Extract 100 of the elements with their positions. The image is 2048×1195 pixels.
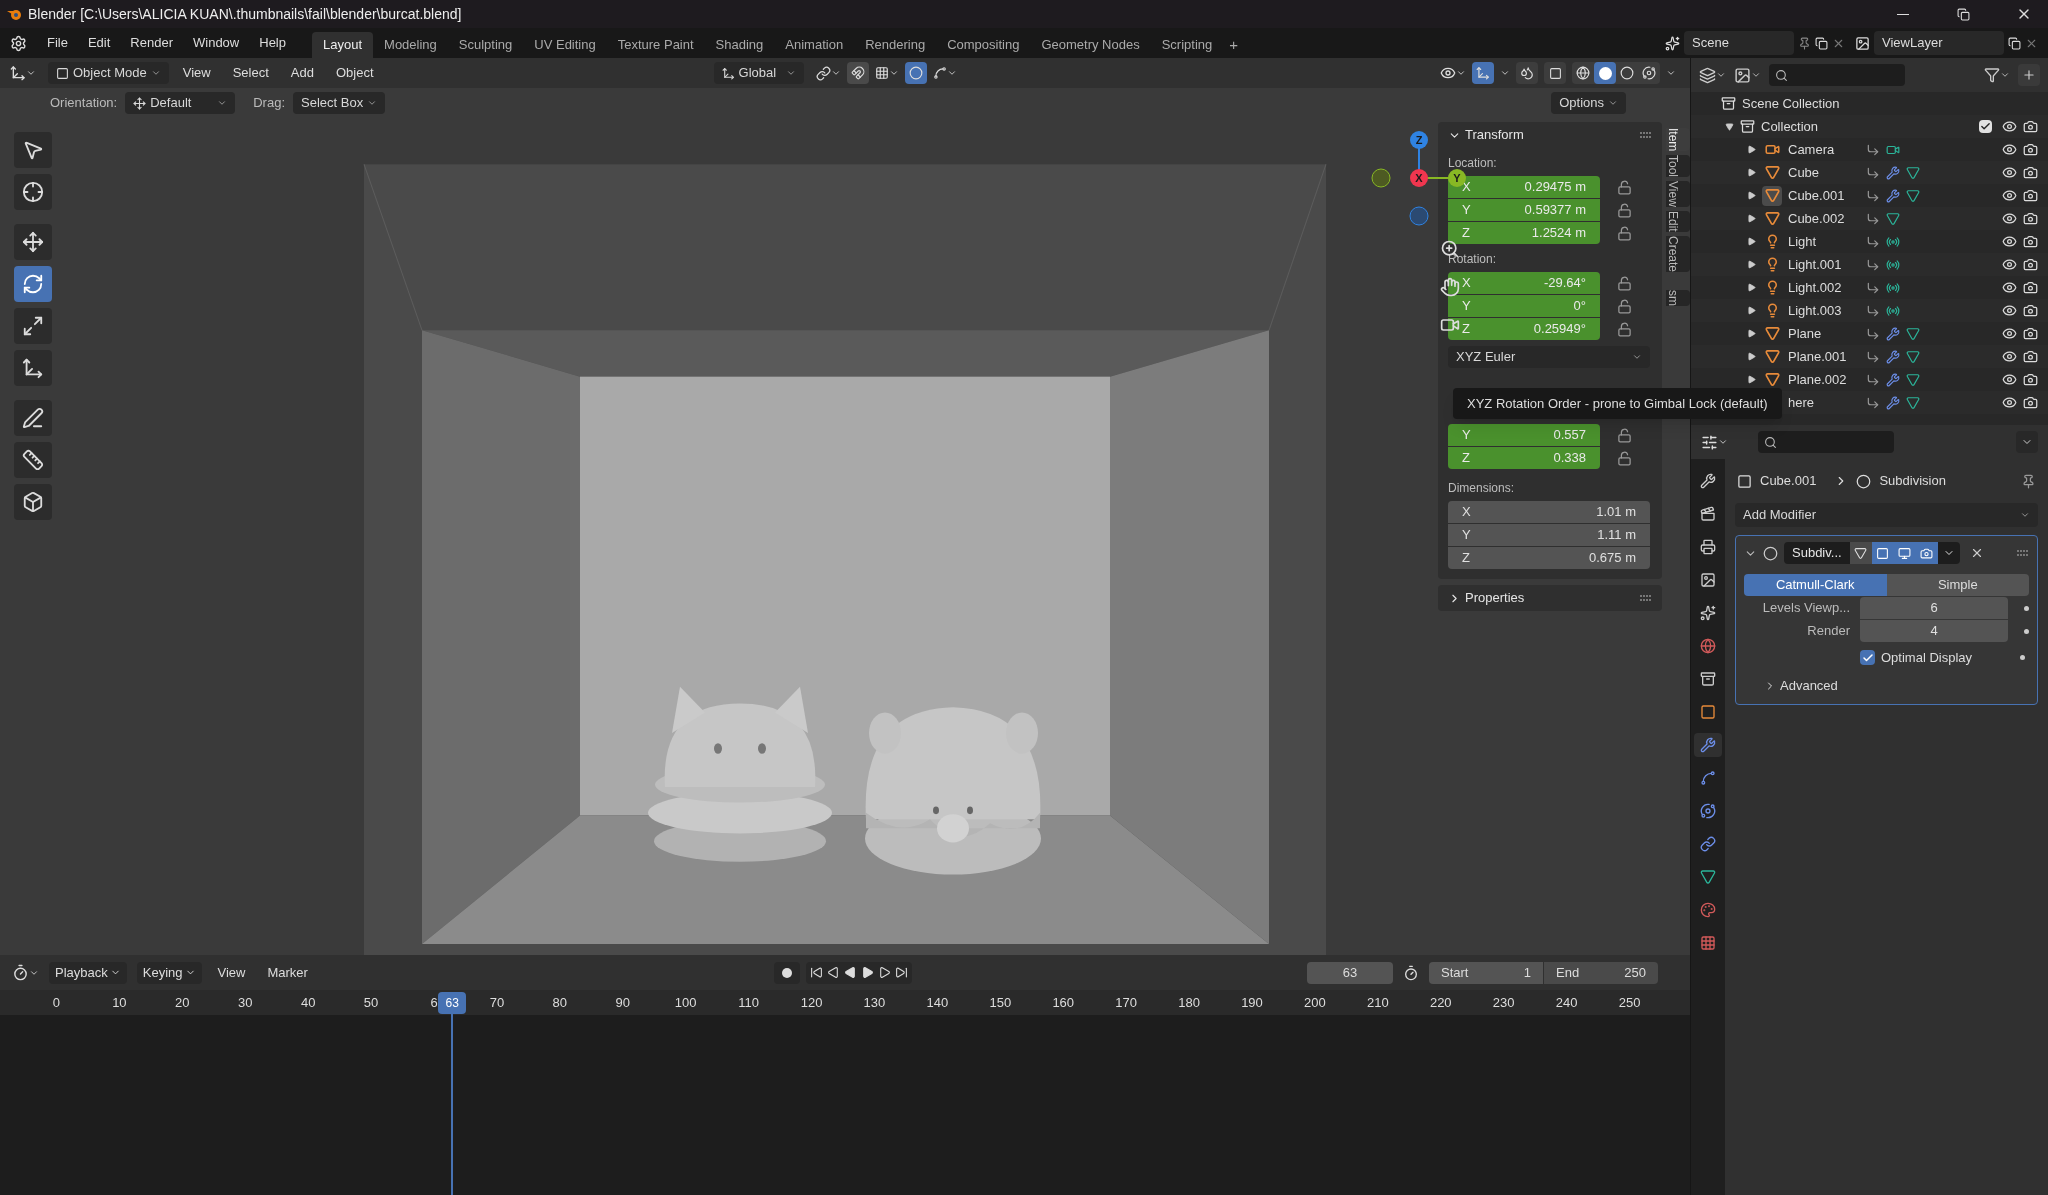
workspace-tab[interactable]: Texture Paint (606, 32, 705, 58)
end-frame-field[interactable]: End 250 (1544, 961, 1658, 984)
sidebar-tab[interactable]: sm (1666, 289, 1690, 306)
frame-number: 40 (300, 993, 316, 1012)
transform-orientation-dropdown[interactable]: Global (713, 62, 804, 84)
dimensions-label: Dimensions: (1448, 480, 1516, 497)
transform-panel-header[interactable]: Transform (1448, 122, 1524, 148)
subdivision-type-option[interactable]: Simple (1886, 574, 2029, 596)
workspace-tab[interactable]: Sculpting (447, 32, 524, 58)
workspace-tab[interactable]: UV Editing (523, 32, 607, 58)
frame-number: 0 (52, 993, 61, 1012)
outliner-item[interactable]: Plane.001 (1788, 346, 1860, 367)
add-modifier-dropdown[interactable]: Add Modifier (1735, 503, 2038, 527)
location-label: Location: (1448, 155, 1498, 172)
sidebar-tab[interactable]: View (1666, 181, 1690, 208)
workspace-tab[interactable]: Modeling (373, 32, 448, 58)
modifier-name-field[interactable]: Subdiv... (1784, 542, 1850, 564)
outliner-item[interactable]: Plane (1788, 323, 1860, 344)
menu-item[interactable]: View (174, 63, 219, 83)
frame-number: 100 (674, 993, 697, 1012)
menu-item[interactable]: Window (185, 33, 248, 53)
workspace-tab[interactable]: Shading (704, 32, 775, 58)
drag-label: Drag: (253, 94, 285, 113)
outliner-item[interactable]: Plane.002 (1788, 369, 1860, 390)
outliner-item[interactable]: Collection (1761, 116, 1819, 137)
frame-number: 120 (800, 993, 823, 1012)
advanced-subpanel-header[interactable]: Advanced (1744, 673, 1838, 698)
frame-number: 110 (738, 993, 759, 1012)
frame-number: 70 (489, 993, 505, 1012)
menu-item[interactable]: Add (282, 63, 322, 83)
workspace-tab[interactable]: Geometry Nodes (1030, 32, 1151, 58)
frame-number: 140 (926, 993, 949, 1012)
number-field[interactable]: Y 1.11 m (1448, 524, 1650, 546)
axis-handle[interactable]: Z (1410, 131, 1428, 149)
frame-number: 130 (863, 993, 886, 1012)
mode-dropdown[interactable]: Object Mode (48, 62, 169, 84)
properties-panel-header[interactable]: Properties (1448, 585, 1525, 611)
menu-item[interactable]: Object (327, 63, 382, 83)
workspace-tab[interactable]: Rendering (854, 32, 937, 58)
frame-number: 20 (175, 993, 190, 1012)
add-workspace-button[interactable]: + (1223, 32, 1244, 58)
workspace-tab[interactable]: Scripting (1150, 32, 1224, 58)
workspace-tab[interactable]: Layout (312, 32, 374, 58)
sidebar-tab[interactable]: Tool (1666, 155, 1690, 178)
menu-item[interactable]: Edit (79, 33, 119, 53)
workspace-tab[interactable]: Animation (774, 32, 855, 58)
outliner-item[interactable]: Cube.001 (1788, 185, 1860, 206)
rotation-label: Rotation: (1448, 251, 1498, 268)
frame-number: 180 (1178, 993, 1200, 1012)
sidebar-tab[interactable]: Create (1666, 235, 1690, 272)
view-layer-selector[interactable]: ViewLayer (1874, 31, 2004, 55)
menu-item[interactable]: Select (224, 63, 277, 83)
field-label: Levels Viewp... (1761, 599, 1850, 618)
frame-number: 170 (1115, 993, 1137, 1012)
playhead-frame-badge[interactable]: 63 (438, 992, 467, 1014)
menu-item[interactable]: Help (251, 33, 294, 53)
outliner-item: Scene Collection (1742, 94, 1840, 113)
number-field[interactable]: 6 (1860, 597, 2008, 619)
window-title: Blender [C:\Users\ALICIA KUAN\.thumbnails\fail\blender\burcat.blend] (28, 4, 462, 24)
sidebar-tab[interactable]: Edit (1666, 211, 1690, 232)
drag-dropdown[interactable]: Select Box (293, 92, 386, 114)
frame-number: 190 (1241, 993, 1263, 1012)
outliner-item[interactable]: here (1788, 392, 1860, 413)
orientation-dropdown[interactable]: Default (125, 92, 236, 114)
menu-item[interactable]: Marker (261, 962, 314, 983)
menu-item[interactable]: Playback (49, 961, 127, 984)
outliner-item[interactable]: Cube (1788, 162, 1860, 183)
outliner-item[interactable]: Camera (1788, 139, 1860, 160)
scene-selector[interactable]: Scene (1684, 31, 1794, 55)
frame-number: 80 (552, 993, 568, 1012)
number-field[interactable]: Z 0.675 m (1448, 547, 1650, 569)
start-frame-field[interactable]: Start 1 (1429, 961, 1543, 984)
breadcrumb-modifier: Subdivision (1879, 472, 1946, 491)
workspace-tab[interactable]: Compositing (936, 32, 1031, 58)
outliner-item[interactable]: Light.002 (1788, 277, 1860, 298)
orientation-label: Orientation: (50, 94, 118, 113)
frame-number: 250 (1618, 993, 1641, 1012)
subdivision-type-option[interactable]: Catmull-Clark (1744, 574, 1887, 596)
outliner-item[interactable]: Light.001 (1788, 254, 1860, 275)
rotation-mode-dropdown[interactable]: XYZ Euler (1448, 346, 1650, 368)
frame-number: 160 (1052, 993, 1075, 1012)
breadcrumb-object: Cube.001 (1760, 472, 1817, 491)
axis-handle[interactable]: X (1410, 169, 1428, 187)
menu-item[interactable]: Keying (136, 961, 202, 984)
options-dropdown[interactable]: Options (1551, 92, 1626, 114)
frame-number: 230 (1492, 993, 1515, 1012)
menu-item[interactable]: Render (122, 33, 181, 53)
outliner-item[interactable]: Light.003 (1788, 300, 1860, 321)
frame-number: 10 (112, 993, 127, 1012)
frame-number: 210 (1367, 993, 1389, 1012)
outliner-item[interactable]: Cube.002 (1788, 208, 1860, 229)
menu-item[interactable]: File (39, 33, 76, 53)
frame-number: 220 (1429, 993, 1452, 1012)
outliner-item[interactable]: Light (1788, 231, 1860, 252)
tooltip: XYZ Rotation Order - prone to Gimbal Lock (default) (1453, 388, 1782, 419)
number-field[interactable]: 4 (1860, 620, 2008, 642)
current-frame-field[interactable]: 63 (1307, 961, 1393, 984)
menu-item[interactable]: View (211, 962, 252, 983)
number-field[interactable]: X 1.01 m (1448, 501, 1650, 523)
frame-number: 150 (989, 993, 1012, 1012)
